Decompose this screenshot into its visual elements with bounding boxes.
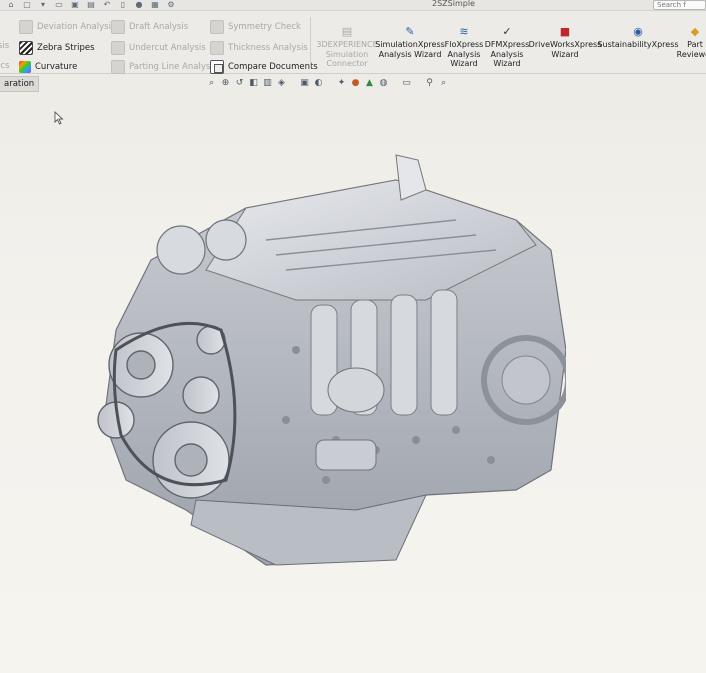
compare-documents-button[interactable]: Compare Documents: [210, 60, 318, 74]
driveworksxpress-icon: ■: [559, 25, 571, 39]
dfmxpress-label: DFMXpress Analysis Wizard: [484, 40, 530, 68]
dynamic-annotation-icon[interactable]: ▥: [262, 77, 273, 88]
deviation-analysis-label: Deviation Analysis: [37, 22, 116, 32]
toolbar-gap-2: [327, 77, 333, 88]
simulationxpress-label: SimulationXpress Analysis Wizard: [375, 40, 445, 59]
toolbar-gap-4: [415, 77, 421, 88]
ribbon-separator: [310, 17, 311, 67]
parting-line-analysis-label: Parting Line Analysis: [129, 62, 218, 72]
draft-analysis-button[interactable]: Draft Analysis: [111, 20, 188, 34]
cut-off-label-2: ics: [0, 61, 10, 71]
3dexperience-connector-button[interactable]: ▤ 3DEXPERIENCE Simulation Connector: [316, 25, 378, 69]
hide-show-items-icon[interactable]: ◐: [313, 77, 324, 88]
select-icon[interactable]: ▯: [118, 0, 128, 9]
curvature-label: Curvature: [35, 62, 78, 72]
new-document-icon[interactable]: ▢: [22, 0, 32, 9]
undercut-analysis-button[interactable]: Undercut Analysis: [111, 41, 206, 55]
deviation-analysis-button[interactable]: Deviation Analysis: [19, 20, 115, 34]
display-monitor-icon[interactable]: ▭: [401, 77, 412, 88]
simulationxpress-button[interactable]: ✎ SimulationXpress Analysis Wizard: [375, 25, 445, 59]
document-title: 2SZSimple: [432, 0, 475, 8]
search-view-icon[interactable]: ⌕: [438, 77, 449, 88]
save-icon[interactable]: ▣: [70, 0, 80, 9]
view-orientation-icon[interactable]: ◈: [276, 77, 287, 88]
3dexperience-icon: ▤: [341, 25, 353, 39]
file-properties-icon[interactable]: ▦: [150, 0, 160, 9]
view-settings-menu-icon[interactable]: ◍: [378, 77, 389, 88]
display-style-icon[interactable]: ▣: [299, 77, 310, 88]
home-icon[interactable]: ⌂: [6, 0, 16, 9]
edit-appearance-icon[interactable]: ●: [350, 77, 361, 88]
zebra-stripes-icon: [19, 41, 33, 55]
mouse-pointer-icon: [54, 111, 64, 125]
tab-row: aration ⌕ ⊕ ↺ ◧ ▥ ◈ ▣ ◐ ✦ ● ▲ ◍ ▭ ⚲ ⌕: [0, 75, 706, 93]
undercut-analysis-label: Undercut Analysis: [129, 43, 206, 53]
quick-access-toolbar: ⌂ ▢ ▾ ▭ ▣ ▤ ↶ ▯ ● ▦ ⚙: [6, 0, 176, 9]
zebra-stripes-button[interactable]: Zebra Stripes: [19, 41, 95, 55]
parting-line-analysis-button[interactable]: Parting Line Analysis: [111, 60, 217, 74]
part-reviewer-icon: ◆: [690, 25, 700, 39]
floxpress-icon: ≋: [459, 25, 469, 39]
cut-off-label-1: sis: [0, 41, 10, 51]
rebuild-icon[interactable]: ●: [134, 0, 144, 9]
dfmxpress-button[interactable]: ✓ DFMXpress Analysis Wizard: [484, 25, 530, 69]
command-manager-ribbon: sis ics Deviation Analysis Zebra Stripes…: [0, 11, 706, 74]
print-icon[interactable]: ▤: [86, 0, 96, 9]
deviation-analysis-icon: [19, 20, 33, 34]
options-gear-icon[interactable]: ⚙: [166, 0, 176, 9]
apply-scene-icon[interactable]: ▲: [364, 77, 375, 88]
engine-3d-model[interactable]: [96, 150, 566, 580]
draft-analysis-label: Draft Analysis: [129, 22, 189, 32]
symmetry-check-label: Symmetry Check: [228, 22, 301, 32]
part-reviewer-button[interactable]: ◆ Part Reviewer: [677, 25, 706, 59]
open-icon[interactable]: ▾: [38, 0, 48, 9]
simulationxpress-icon: ✎: [405, 25, 415, 39]
tab-active[interactable]: aration: [0, 76, 40, 92]
parting-line-icon: [111, 60, 125, 74]
title-bar: ⌂ ▢ ▾ ▭ ▣ ▤ ↶ ▯ ● ▦ ⚙ 2SZSimple Search f: [0, 0, 706, 11]
compare-documents-label: Compare Documents: [228, 62, 318, 72]
evaluate-tools-group: sis ics Deviation Analysis Zebra Stripes…: [0, 14, 318, 74]
zebra-stripes-label: Zebra Stripes: [37, 43, 95, 53]
curvature-button[interactable]: Curvature: [19, 60, 77, 74]
3dexperience-label: 3DEXPERIENCE Simulation Connector: [316, 40, 378, 68]
open-folder-icon[interactable]: ▭: [54, 0, 64, 9]
draft-analysis-icon: [111, 20, 125, 34]
part-reviewer-label: Part Reviewer: [676, 40, 706, 59]
floxpress-button[interactable]: ≋ FloXpress Analysis Wizard: [444, 25, 484, 69]
thickness-analysis-icon: [210, 41, 224, 55]
compare-documents-icon: [210, 60, 224, 74]
thickness-analysis-button[interactable]: Thickness Analysis: [210, 41, 308, 55]
section-view-icon[interactable]: ◧: [248, 77, 259, 88]
sustainabilityxpress-button[interactable]: ◉ SustainabilityXpress: [597, 25, 678, 50]
dfmxpress-icon: ✓: [502, 25, 512, 39]
driveworksxpress-label: DriveWorksXpress Wizard: [528, 40, 602, 59]
heads-up-view-toolbar: ⌕ ⊕ ↺ ◧ ▥ ◈ ▣ ◐ ✦ ● ▲ ◍ ▭ ⚲ ⌕: [206, 77, 449, 88]
undercut-analysis-icon: [111, 41, 125, 55]
floxpress-label: FloXpress Analysis Wizard: [444, 40, 484, 68]
symmetry-check-button[interactable]: Symmetry Check: [210, 20, 301, 34]
curvature-icon: [19, 61, 31, 73]
sustainabilityxpress-icon: ◉: [633, 25, 643, 39]
previous-view-icon[interactable]: ↺: [234, 77, 245, 88]
zoom-to-fit-icon[interactable]: ⌕: [206, 77, 217, 88]
view-settings-icon[interactable]: ✦: [336, 77, 347, 88]
undo-icon[interactable]: ↶: [102, 0, 112, 9]
realview-icon[interactable]: ⚲: [424, 77, 435, 88]
sustainabilityxpress-label: SustainabilityXpress: [597, 40, 679, 49]
driveworksxpress-button[interactable]: ■ DriveWorksXpress Wizard: [529, 25, 602, 59]
search-input[interactable]: Search f: [653, 0, 706, 10]
toolbar-gap-3: [392, 77, 398, 88]
zoom-to-area-icon[interactable]: ⊕: [220, 77, 231, 88]
toolbar-gap: [290, 77, 296, 88]
symmetry-check-icon: [210, 20, 224, 34]
thickness-analysis-label: Thickness Analysis: [228, 43, 308, 53]
